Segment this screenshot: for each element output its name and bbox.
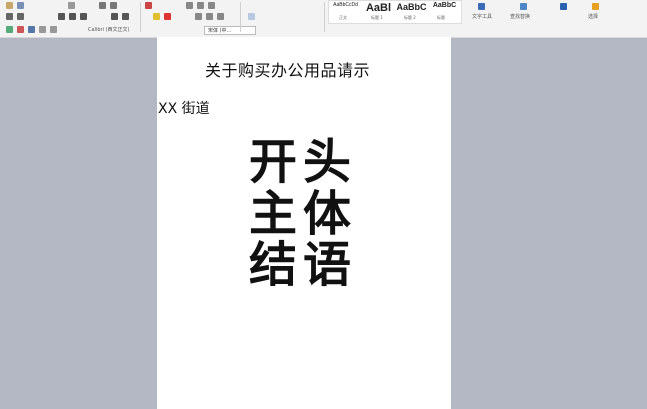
ribbon-separator [324, 2, 325, 32]
ribbon-row-1 [0, 0, 219, 11]
styles-gallery: AaBbCcDd AaBl AaBbC AaBbC 正文 标题 1 标题 2 标… [328, 0, 462, 24]
section-body: 主体 [249, 186, 358, 242]
italic-icon[interactable] [69, 13, 76, 20]
paste-icon[interactable] [6, 2, 13, 9]
cut-icon[interactable] [6, 13, 13, 20]
ribbon-row-2 [0, 11, 259, 22]
document-page[interactable]: 关于购买办公用品请示 XX 街道 开头 主体 结语 [157, 37, 451, 409]
grow-font-icon[interactable] [99, 2, 106, 9]
select-label[interactable]: 选择 [588, 13, 598, 20]
style-normal[interactable]: AaBbCcDd [329, 1, 362, 8]
style-name: 标题 1 [371, 15, 383, 20]
bold-icon[interactable] [58, 13, 65, 20]
style-heading-1[interactable]: AaBl [362, 1, 395, 14]
align-left-icon[interactable] [195, 13, 202, 20]
underline-icon[interactable] [80, 13, 87, 20]
style-name: 标题 [437, 15, 445, 20]
section-opening: 开头 [249, 134, 358, 190]
document-salutation: XX 街道 [158, 101, 210, 117]
text-tool-label[interactable]: 文字工具 [472, 13, 492, 20]
align-right-icon[interactable] [217, 13, 224, 20]
style-name: 正文 [339, 15, 347, 20]
align-center-icon[interactable] [206, 13, 213, 20]
find-replace-label[interactable]: 查找替换 [510, 13, 530, 20]
copy-icon[interactable] [17, 13, 24, 20]
highlight-icon[interactable] [153, 13, 160, 20]
select-cursor-icon[interactable] [592, 3, 599, 10]
redo-icon[interactable] [50, 26, 57, 33]
ribbon-row-3 [0, 24, 61, 35]
ribbon-separator [240, 2, 241, 32]
clear-format-icon[interactable] [145, 2, 152, 9]
ribbon-toolbar: Calibri (西文正文) 宋体 (中... AaBbCcDd AaBl Aa… [0, 0, 647, 38]
style-heading-2[interactable]: AaBbC [395, 1, 428, 12]
style-name: 标题 2 [404, 15, 416, 20]
find-replace-icon[interactable] [520, 3, 527, 10]
style-title[interactable]: AaBbC [428, 1, 461, 9]
print-icon[interactable] [28, 26, 35, 33]
undo-icon[interactable] [39, 26, 46, 33]
superscript-icon[interactable] [111, 13, 118, 20]
format-painter-icon[interactable] [17, 2, 24, 9]
numbering-icon[interactable] [197, 2, 204, 9]
font-color-icon[interactable] [164, 13, 171, 20]
document-title: 关于购买办公用品请示 [205, 61, 371, 80]
text-tool-icon[interactable] [478, 3, 485, 10]
bullets-icon[interactable] [186, 2, 193, 9]
shrink-font-icon[interactable] [110, 2, 117, 9]
save-icon[interactable] [17, 26, 24, 33]
section-closing: 结语 [249, 237, 358, 293]
new-icon[interactable] [6, 26, 13, 33]
latin-font-select[interactable]: Calibri (西文正文) [88, 26, 188, 35]
subscript-icon[interactable] [122, 13, 129, 20]
search-icon[interactable] [560, 3, 567, 10]
ribbon-separator [140, 2, 141, 32]
font-family-select[interactable]: 宋体 (中... [204, 26, 256, 35]
indent-icon[interactable] [208, 2, 215, 9]
font-size-icon[interactable] [68, 2, 75, 9]
shading-icon[interactable] [248, 13, 255, 20]
